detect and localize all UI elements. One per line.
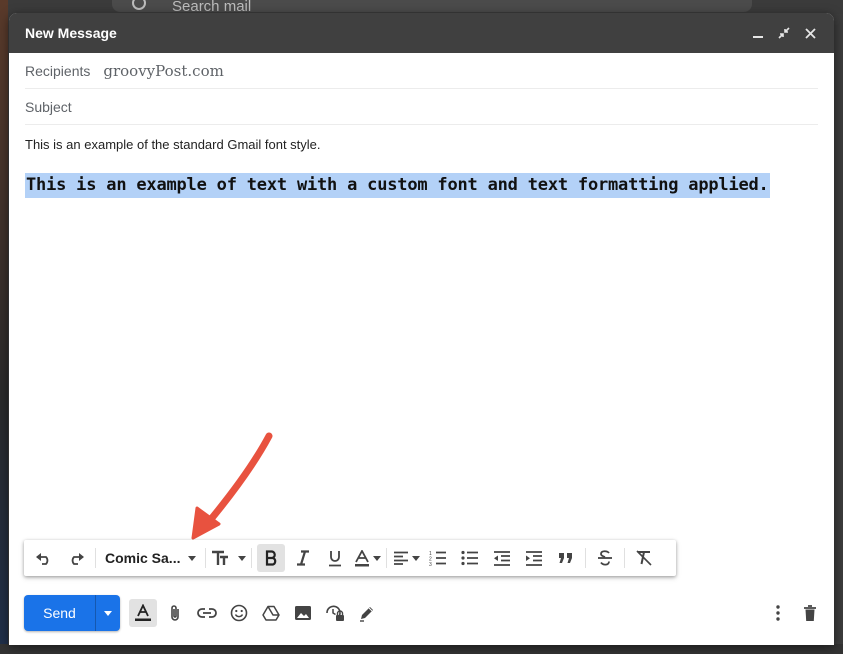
- message-body[interactable]: This is an example of the standard Gmail…: [25, 137, 815, 198]
- redo-icon[interactable]: [62, 544, 90, 572]
- svg-text:3: 3: [429, 562, 432, 566]
- chevron-down-icon: [104, 610, 112, 616]
- numbered-list-icon[interactable]: 123: [424, 544, 452, 572]
- underline-icon[interactable]: [321, 544, 349, 572]
- recipients-input[interactable]: groovyPost.com: [103, 62, 223, 80]
- more-options-icon[interactable]: [764, 599, 792, 627]
- send-button-group: Send: [24, 595, 120, 631]
- font-family-value: Comic Sa...: [105, 550, 181, 566]
- signature-icon[interactable]: [353, 599, 381, 627]
- close-icon[interactable]: [800, 23, 820, 43]
- gmail-background-footer: [0, 644, 843, 654]
- strikethrough-icon[interactable]: [591, 544, 619, 572]
- chevron-down-icon: [188, 555, 197, 561]
- attach-icon[interactable]: [161, 599, 189, 627]
- background-search-bar: Search mail: [112, 0, 752, 15]
- gmail-background-sidebar: [0, 0, 8, 654]
- body-text-standard: This is an example of the standard Gmail…: [25, 137, 321, 152]
- text-color-icon[interactable]: [353, 544, 381, 572]
- chevron-down-icon: [411, 555, 420, 561]
- bulleted-list-icon[interactable]: [456, 544, 484, 572]
- indent-more-icon[interactable]: [520, 544, 548, 572]
- chevron-down-icon: [238, 555, 247, 561]
- photo-icon[interactable]: [289, 599, 317, 627]
- text-size-icon[interactable]: [211, 544, 247, 572]
- toolbar-separator: [251, 548, 253, 568]
- compose-window: New Message Recipients groovyPost.com Su…: [9, 13, 834, 645]
- compose-actions: Send: [24, 595, 824, 631]
- search-icon: [132, 0, 146, 10]
- drive-icon[interactable]: [257, 599, 285, 627]
- schedule-send-button[interactable]: [96, 595, 120, 631]
- undo-icon[interactable]: [30, 544, 58, 572]
- toolbar-separator: [95, 548, 96, 568]
- trash-icon[interactable]: [796, 599, 824, 627]
- font-family-select[interactable]: Comic Sa...: [101, 544, 200, 572]
- indent-less-icon[interactable]: [488, 544, 516, 572]
- recipients-row[interactable]: Recipients groovyPost.com: [25, 53, 818, 89]
- toolbar-separator: [386, 548, 388, 568]
- remove-formatting-icon[interactable]: [630, 544, 658, 572]
- subject-input[interactable]: Subject: [25, 99, 72, 115]
- compose-title: New Message: [25, 25, 117, 41]
- emoji-icon[interactable]: [225, 599, 253, 627]
- annotation-arrow: [191, 432, 273, 540]
- toolbar-separator: [624, 548, 626, 568]
- italic-icon[interactable]: [289, 544, 317, 572]
- compose-titlebar[interactable]: New Message: [9, 13, 834, 53]
- body-text-custom-selected: This is an example of text with a custom…: [25, 173, 770, 198]
- chevron-down-icon: [372, 555, 381, 561]
- send-button[interactable]: Send: [24, 595, 96, 631]
- quote-icon[interactable]: [552, 544, 580, 572]
- align-icon[interactable]: [392, 544, 420, 572]
- minimize-icon[interactable]: [748, 23, 768, 43]
- bold-icon[interactable]: [257, 544, 286, 572]
- toolbar-separator: [585, 548, 587, 568]
- recipients-label: Recipients: [25, 62, 91, 79]
- formatting-toolbar: Comic Sa... 123: [24, 540, 676, 576]
- subject-row[interactable]: Subject: [25, 89, 818, 125]
- pop-out-icon[interactable]: [774, 23, 794, 43]
- link-icon[interactable]: [193, 599, 221, 627]
- confidential-icon[interactable]: [321, 599, 349, 627]
- toolbar-separator: [205, 548, 207, 568]
- formatting-options-icon[interactable]: [129, 599, 157, 627]
